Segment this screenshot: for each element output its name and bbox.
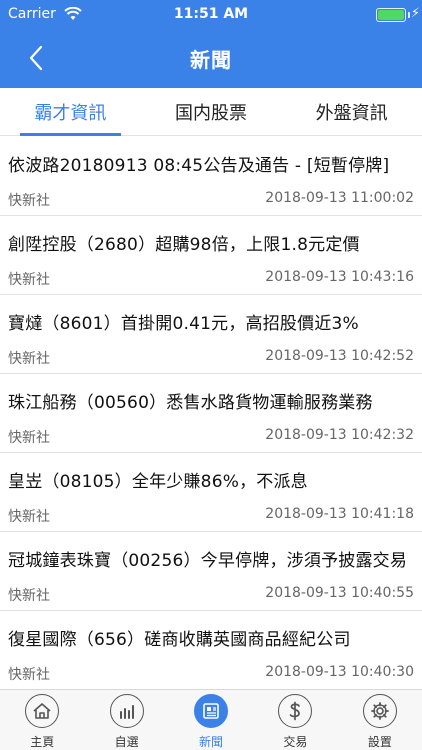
chart-icon <box>109 694 144 728</box>
tabbar-item-watchlist[interactable]: 自選 <box>84 690 168 750</box>
news-title: 寶燵（8601）首掛開0.41元，高招股價近3% <box>8 314 359 334</box>
status-bar: Carrier 11:51 AM ⚡ <box>0 0 422 30</box>
news-source: 快新社 <box>8 509 50 525</box>
battery-icon <box>376 8 406 22</box>
news-icon <box>194 694 229 728</box>
news-title: 冠城鐘表珠寶（00256）今早停牌，涉須予披露交易 <box>8 551 408 571</box>
news-source: 快新社 <box>8 193 50 209</box>
header: Carrier 11:51 AM ⚡ 新聞 <box>0 0 422 88</box>
news-source: 快新社 <box>8 272 50 288</box>
news-time: 2018-09-13 10:41:18 <box>265 506 414 522</box>
charging-icon: ⚡ <box>410 6 420 21</box>
tab-bacai-news[interactable]: 霸才資訊 <box>0 88 141 136</box>
dollar-icon <box>278 694 313 728</box>
news-time: 2018-09-13 10:42:32 <box>265 427 414 443</box>
news-time: 2018-09-13 10:40:30 <box>265 664 414 680</box>
news-source: 快新社 <box>8 351 50 367</box>
news-source: 快新社 <box>8 588 50 604</box>
news-time: 2018-09-13 11:00:02 <box>265 190 414 206</box>
nav-bar: 新聞 <box>0 30 422 88</box>
news-title: 創陞控股（2680）超購98倍，上限1.8元定價 <box>8 235 360 255</box>
tabbar-item-settings[interactable]: 設置 <box>338 690 422 750</box>
news-source: 快新社 <box>8 667 50 683</box>
list-item[interactable]: 寶燵（8601）首掛開0.41元，高招股價近3% 快新社 2018-09-13 … <box>0 295 422 374</box>
news-title: 珠江船務（00560）悉售水路貨物運輸服務業務 <box>8 393 373 413</box>
tabbar-label: 新聞 <box>199 735 224 749</box>
list-item[interactable]: 珠江船務（00560）悉售水路貨物運輸服務業務 快新社 2018-09-13 1… <box>0 374 422 453</box>
tab-domestic-stocks[interactable]: 国内股票 <box>141 88 282 135</box>
tabbar-item-news[interactable]: 新聞 <box>169 690 253 750</box>
tabbar-label: 主頁 <box>30 735 55 749</box>
list-item[interactable]: 冠城鐘表珠寶（00256）今早停牌，涉須予披露交易 快新社 2018-09-13… <box>0 532 422 611</box>
gear-icon <box>362 694 397 728</box>
home-icon <box>25 694 60 728</box>
tabbar-label: 交易 <box>283 735 308 749</box>
list-item[interactable]: 創陞控股（2680）超購98倍，上限1.8元定價 快新社 2018-09-13 … <box>0 216 422 295</box>
tabbar-label: 設置 <box>367 735 392 749</box>
bottom-tab-bar: 主頁 自選 新聞 交易 設置 <box>0 689 422 750</box>
list-item[interactable]: 皇岦（08105）全年少賺86%，不派息 快新社 2018-09-13 10:4… <box>0 453 422 532</box>
news-time: 2018-09-13 10:42:52 <box>265 348 414 364</box>
tab-foreign-markets[interactable]: 外盤資訊 <box>281 88 422 135</box>
status-time: 11:51 AM <box>173 6 249 22</box>
tabbar-item-home[interactable]: 主頁 <box>0 690 84 750</box>
list-item[interactable]: 復星國際（656）磋商收購英國商品經紀公司 快新社 2018-09-13 10:… <box>0 611 422 689</box>
news-title: 皇岦（08105）全年少賺86%，不派息 <box>8 472 308 492</box>
page-title: 新聞 <box>190 48 232 72</box>
tabbar-label: 自選 <box>114 735 139 749</box>
tabbar-item-trade[interactable]: 交易 <box>253 690 337 750</box>
news-title: 依波路20180913 08:45公告及通告 - [短暫停牌] <box>8 156 390 176</box>
news-time: 2018-09-13 10:40:55 <box>265 585 414 601</box>
battery-nub <box>408 12 410 18</box>
news-list: 依波路20180913 08:45公告及通告 - [短暫停牌] 快新社 2018… <box>0 137 422 689</box>
news-time: 2018-09-13 10:43:16 <box>265 269 414 285</box>
news-source: 快新社 <box>8 430 50 446</box>
category-tabs: 霸才資訊 国内股票 外盤資訊 <box>0 88 422 136</box>
news-title: 復星國際（656）磋商收購英國商品經紀公司 <box>8 630 351 650</box>
list-item[interactable]: 依波路20180913 08:45公告及通告 - [短暫停牌] 快新社 2018… <box>0 137 422 216</box>
